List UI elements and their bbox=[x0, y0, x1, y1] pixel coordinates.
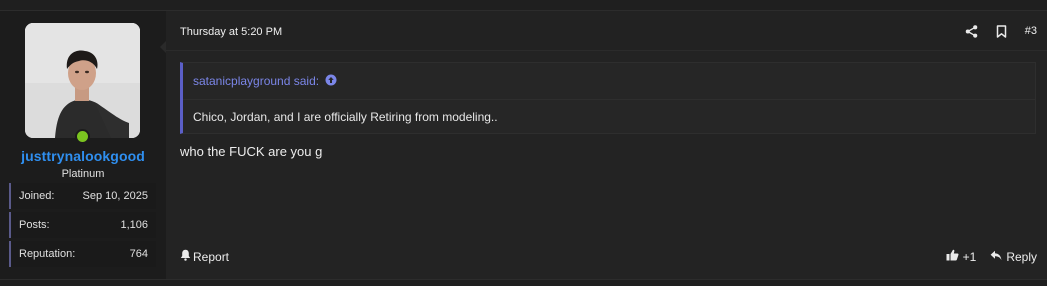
post-message: who the FUCK are you g bbox=[180, 144, 323, 159]
online-status-dot bbox=[75, 129, 90, 144]
thumbs-up-icon bbox=[946, 249, 959, 264]
stat-value: 1,106 bbox=[120, 219, 148, 231]
stat-label: Posts: bbox=[19, 219, 50, 231]
post-date[interactable]: Thursday at 5:20 PM bbox=[180, 26, 282, 38]
stat-posts: Posts: 1,106 bbox=[9, 212, 156, 238]
post-header-actions: #3 bbox=[965, 24, 1037, 38]
report-button[interactable]: Report bbox=[180, 249, 229, 264]
report-label: Report bbox=[193, 249, 230, 264]
stat-label: Joined: bbox=[19, 190, 55, 202]
stat-reputation: Reputation: 764 bbox=[9, 241, 156, 267]
post-number-link[interactable]: #3 bbox=[1025, 25, 1037, 37]
quote-header: satanicplayground said: bbox=[183, 63, 1035, 100]
avatar[interactable] bbox=[25, 23, 140, 138]
reply-label: Reply bbox=[1006, 249, 1037, 264]
reply-button[interactable]: Reply bbox=[990, 250, 1037, 264]
post-main: Thursday at 5:20 PM #3 satanicplayground… bbox=[166, 11, 1047, 279]
bookmark-icon[interactable] bbox=[995, 24, 1009, 38]
user-panel: justtrynalookgood Platinum Joined: Sep 1… bbox=[0, 11, 168, 279]
stat-label: Reputation: bbox=[19, 248, 76, 260]
user-title: Platinum bbox=[61, 168, 105, 180]
username[interactable]: justtrynalookgood bbox=[0, 148, 166, 164]
post: justtrynalookgood Platinum Joined: Sep 1… bbox=[0, 10, 1047, 280]
reply-arrow-icon bbox=[990, 250, 1002, 264]
bell-icon bbox=[180, 249, 191, 264]
stat-value: 764 bbox=[129, 248, 148, 260]
arrow-up-circle-icon[interactable] bbox=[325, 74, 337, 89]
avatar-image bbox=[25, 23, 140, 138]
quote-author-link[interactable]: satanicplayground said: bbox=[193, 74, 319, 88]
share-icon[interactable] bbox=[965, 24, 979, 38]
post-footer: Report +1 Reply bbox=[180, 249, 1037, 265]
post-footer-actions: +1 Reply bbox=[946, 249, 1037, 264]
quote-block: satanicplayground said: Chico, Jordan, a… bbox=[180, 62, 1036, 134]
quote-body: Chico, Jordan, and I are officially Reti… bbox=[193, 110, 498, 124]
react-button[interactable]: +1 bbox=[946, 249, 977, 264]
react-count: +1 bbox=[962, 249, 977, 264]
stat-value: Sep 10, 2025 bbox=[82, 190, 148, 202]
stat-joined: Joined: Sep 10, 2025 bbox=[9, 183, 156, 209]
post-header: Thursday at 5:20 PM #3 bbox=[166, 11, 1047, 51]
